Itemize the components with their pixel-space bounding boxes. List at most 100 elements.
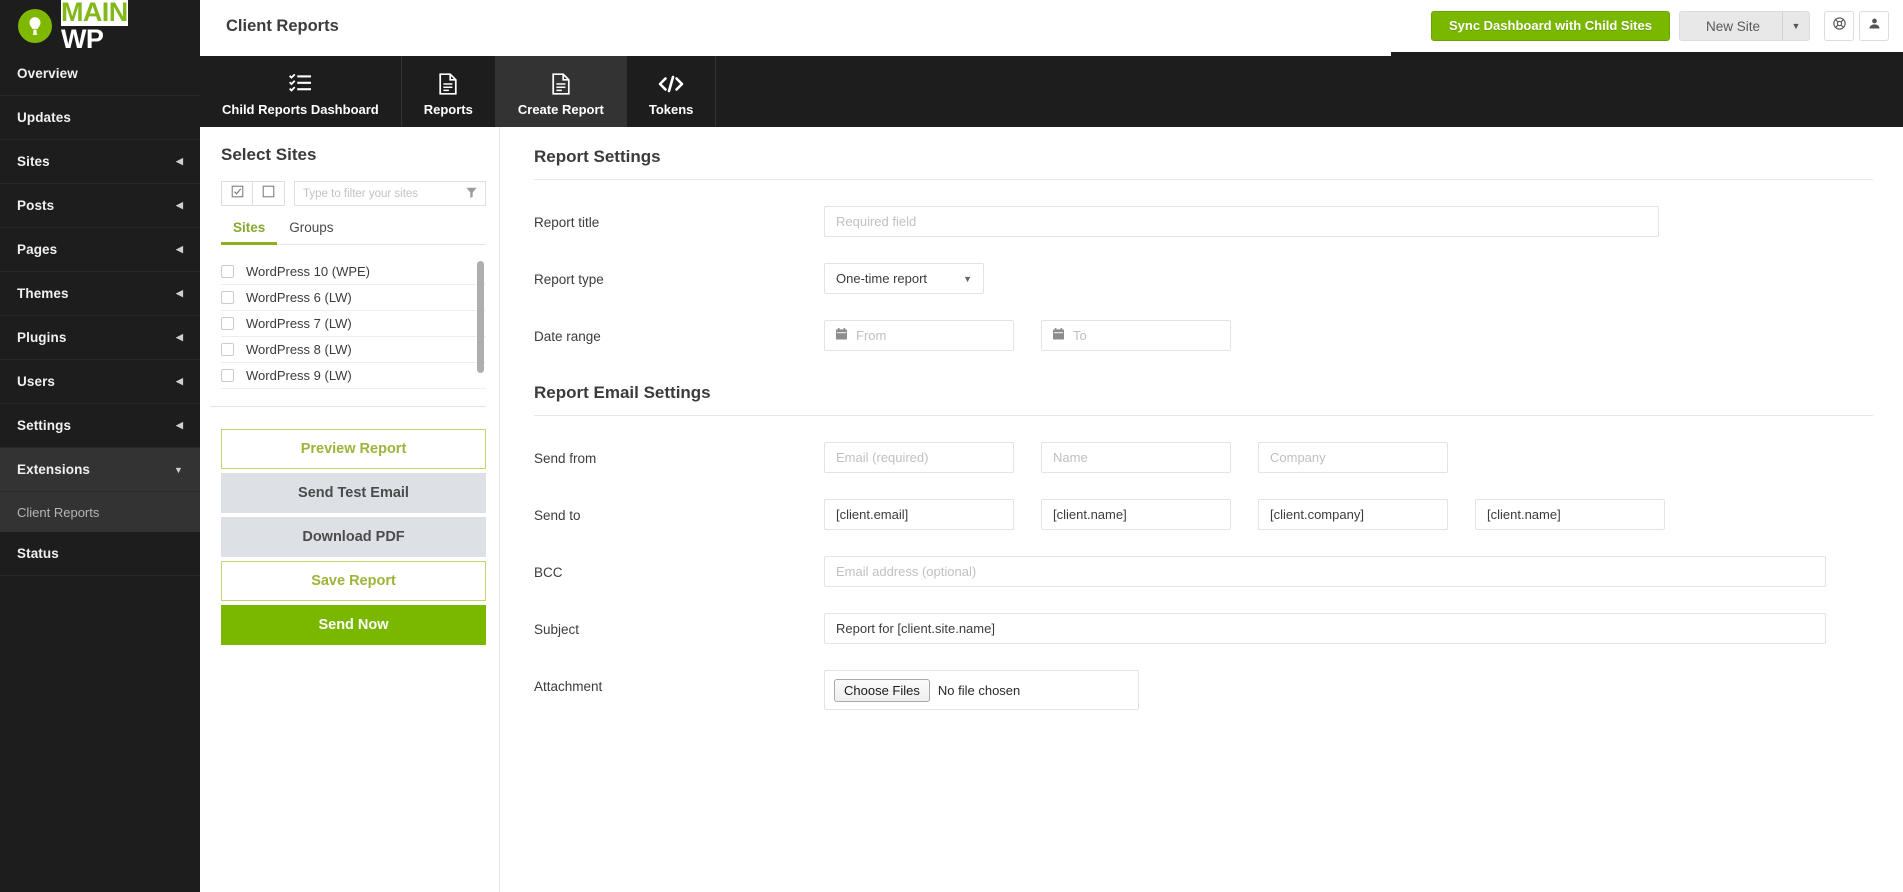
brand-logo-area[interactable]: MAIN WP <box>0 0 200 54</box>
report-title-input[interactable]: Required field <box>824 206 1659 237</box>
tab-create-report[interactable]: Create Report <box>495 56 627 127</box>
sidebar-item-pages[interactable]: Pages ◀ <box>0 228 200 272</box>
attachment-file-control[interactable]: Choose Files No file chosen <box>824 670 1139 710</box>
label-bcc: BCC <box>534 565 563 580</box>
send-from-company-placeholder: Company <box>1270 450 1326 465</box>
send-from-name-input[interactable]: Name <box>1041 442 1231 473</box>
field-send-from: Send from Email (required) Name Company <box>534 416 1873 473</box>
report-title-placeholder: Required field <box>836 214 917 229</box>
sidebar-item-status[interactable]: Status <box>0 532 200 576</box>
label-send-to: Send to <box>534 508 581 523</box>
brand-main-text: MAIN <box>61 0 128 27</box>
select-all-button[interactable] <box>221 181 253 206</box>
sidebar-item-client-reports[interactable]: Client Reports <box>0 492 200 532</box>
send-to-extra-input[interactable]: [client.name] <box>1475 499 1665 530</box>
app-root: MAIN WP Client Reports Sync Dashboard wit… <box>0 0 1903 892</box>
sidebar-item-settings[interactable]: Settings ◀ <box>0 404 200 448</box>
tab-bar: Child Reports Dashboard Reports Create R… <box>200 52 1903 127</box>
save-report-button[interactable]: Save Report <box>221 561 486 601</box>
code-icon <box>658 73 684 95</box>
sidebar-item-sites[interactable]: Sites ◀ <box>0 140 200 184</box>
sidebar-nav: Overview Updates Sites ◀ Posts ◀ Pages ◀… <box>0 52 200 892</box>
label-date-range: Date range <box>534 329 601 344</box>
list-item[interactable]: WordPress 8 (LW) <box>221 337 486 363</box>
site-checkbox[interactable] <box>221 369 234 382</box>
report-type-select[interactable]: One-time report ▼ <box>824 263 984 294</box>
site-checkbox[interactable] <box>221 291 234 304</box>
chevron-down-icon[interactable]: ▼ <box>1783 21 1809 31</box>
account-button[interactable] <box>1859 11 1889 41</box>
subject-input[interactable]: Report for [client.site.name] <box>824 613 1826 644</box>
sidebar-item-overview[interactable]: Overview <box>0 52 200 96</box>
sidebar-item-posts[interactable]: Posts ◀ <box>0 184 200 228</box>
tab-reports[interactable]: Reports <box>402 56 496 127</box>
site-checkbox[interactable] <box>221 317 234 330</box>
send-to-email-input[interactable]: [client.email] <box>824 499 1014 530</box>
send-to-name-input[interactable]: [client.name] <box>1041 499 1231 530</box>
report-form: Report Settings Report title Required fi… <box>500 127 1903 892</box>
list-check-icon <box>289 73 312 95</box>
sidebar-label-sites: Sites <box>17 154 50 169</box>
sidebar-label-settings: Settings <box>17 418 72 433</box>
site-checkbox[interactable] <box>221 343 234 356</box>
bcc-input[interactable]: Email address (optional) <box>824 556 1826 587</box>
list-item[interactable]: WordPress 9 (LW) <box>221 363 486 389</box>
checkbox-empty-icon <box>262 185 275 203</box>
file-chosen-status: No file chosen <box>937 682 1021 698</box>
choose-files-button[interactable]: Choose Files <box>834 678 930 702</box>
select-sites-panel: Select Sites Type to filter your sites S… <box>200 127 500 892</box>
sync-dashboard-button[interactable]: Sync Dashboard with Child Sites <box>1430 11 1670 41</box>
date-from-placeholder: From <box>856 328 887 343</box>
date-to-input[interactable]: To <box>1041 320 1231 351</box>
site-checkbox[interactable] <box>221 265 234 278</box>
subtab-sites[interactable]: Sites <box>221 220 278 245</box>
tab-child-reports-dashboard[interactable]: Child Reports Dashboard <box>200 56 402 127</box>
sidebar-label-client-reports: Client Reports <box>17 504 100 520</box>
select-none-button[interactable] <box>253 181 285 206</box>
preview-report-button[interactable]: Preview Report <box>221 429 486 469</box>
lightbulb-icon <box>18 9 52 43</box>
sidebar-label-status: Status <box>17 546 59 561</box>
calendar-icon <box>836 328 847 343</box>
send-from-company-input[interactable]: Company <box>1258 442 1448 473</box>
list-item[interactable]: WordPress 6 (LW) <box>221 285 486 311</box>
download-pdf-button[interactable]: Download PDF <box>221 517 486 557</box>
send-now-button[interactable]: Send Now <box>221 605 486 645</box>
sidebar-label-plugins: Plugins <box>17 330 67 345</box>
list-item[interactable]: WordPress 7 (LW) <box>221 311 486 337</box>
subtab-groups[interactable]: Groups <box>277 220 345 244</box>
sites-filter-input[interactable] <box>303 187 466 200</box>
sidebar-item-updates[interactable]: Updates <box>0 96 200 140</box>
new-site-label: New Site <box>1705 18 1760 34</box>
send-to-company-input[interactable]: [client.company] <box>1258 499 1448 530</box>
calendar-icon <box>1053 328 1064 343</box>
sites-filter-field[interactable] <box>294 181 486 206</box>
help-button[interactable] <box>1824 11 1854 41</box>
list-item[interactable]: WordPress 10 (WPE) <box>221 259 486 285</box>
site-label: WordPress 6 (LW) <box>246 290 352 305</box>
sidebar-item-extensions[interactable]: Extensions ▼ <box>0 448 200 492</box>
field-attachment: Attachment Choose Files No file chosen <box>534 644 1873 710</box>
label-subject: Subject <box>534 622 580 637</box>
sidebar-label-themes: Themes <box>17 286 69 301</box>
send-from-email-input[interactable]: Email (required) <box>824 442 1014 473</box>
site-list-scrollbar[interactable] <box>477 261 484 373</box>
field-bcc: BCC Email address (optional) <box>534 530 1873 587</box>
sidebar-item-plugins[interactable]: Plugins ◀ <box>0 316 200 360</box>
sidebar-item-themes[interactable]: Themes ◀ <box>0 272 200 316</box>
sidebar-item-users[interactable]: Users ◀ <box>0 360 200 404</box>
field-report-title: Report title Required field <box>534 180 1873 237</box>
tab-tokens[interactable]: Tokens <box>627 56 717 127</box>
top-bar: MAIN WP Client Reports Sync Dashboard wit… <box>0 0 1903 54</box>
tab-label-tokens: Tokens <box>648 101 694 117</box>
sidebar-label-pages: Pages <box>17 242 58 257</box>
brand-wp-text: WP <box>61 24 104 54</box>
new-site-button[interactable]: New Site ▼ <box>1678 11 1810 41</box>
send-test-email-button[interactable]: Send Test Email <box>221 473 486 513</box>
funnel-icon[interactable] <box>466 187 477 201</box>
date-from-input[interactable]: From <box>824 320 1014 351</box>
site-label: WordPress 9 (LW) <box>246 368 352 383</box>
chevron-left-icon: ◀ <box>175 420 183 430</box>
sidebar-label-overview: Overview <box>17 66 78 81</box>
site-list[interactable]: WordPress 10 (WPE) WordPress 6 (LW) Word… <box>221 259 486 389</box>
